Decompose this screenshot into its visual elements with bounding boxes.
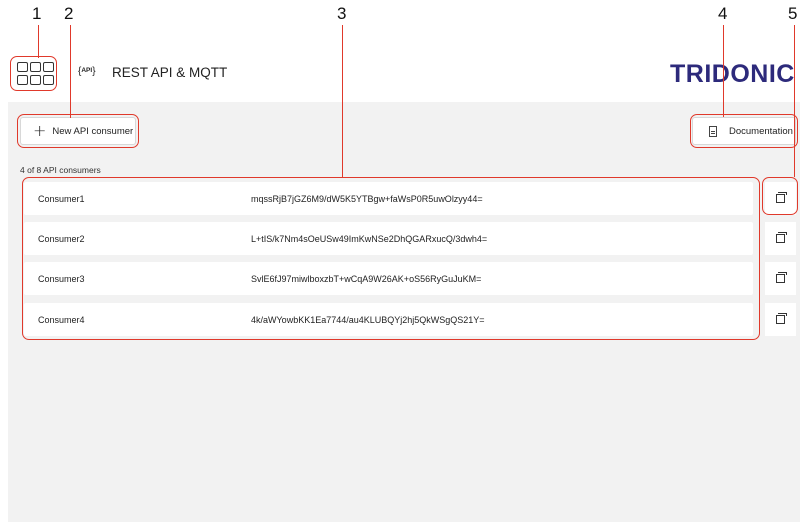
callout-line-3	[342, 25, 343, 177]
copy-icon	[776, 313, 787, 324]
callout-number-3: 3	[337, 4, 347, 23]
callout-number-5: 5	[788, 4, 798, 23]
callout-box-documentation	[690, 114, 798, 148]
callout-box-new-consumer	[17, 114, 139, 148]
consumer-count: 4 of 8 API consumers	[20, 165, 101, 175]
app-header: {API} REST API & MQTT TRIDONIC	[0, 0, 800, 102]
copy-key-button[interactable]	[765, 222, 796, 255]
callout-line-4	[723, 25, 724, 117]
callout-line-2	[70, 25, 71, 118]
brand-logo: TRIDONIC	[670, 60, 795, 88]
callout-box-app-menu	[10, 56, 57, 91]
callout-number-4: 4	[718, 4, 728, 23]
callout-line-1	[38, 25, 39, 58]
page-title: REST API & MQTT	[112, 65, 228, 80]
callout-number-1: 1	[32, 4, 42, 23]
callout-box-consumer-list	[22, 177, 760, 340]
callout-box-copy	[762, 177, 798, 215]
api-icon: {API}	[78, 66, 96, 77]
copy-key-button[interactable]	[765, 303, 796, 336]
copy-key-button[interactable]	[765, 262, 796, 295]
callout-line-5	[794, 25, 795, 177]
callout-number-2: 2	[64, 4, 74, 23]
copy-icon	[776, 232, 787, 243]
copy-icon	[776, 272, 787, 283]
